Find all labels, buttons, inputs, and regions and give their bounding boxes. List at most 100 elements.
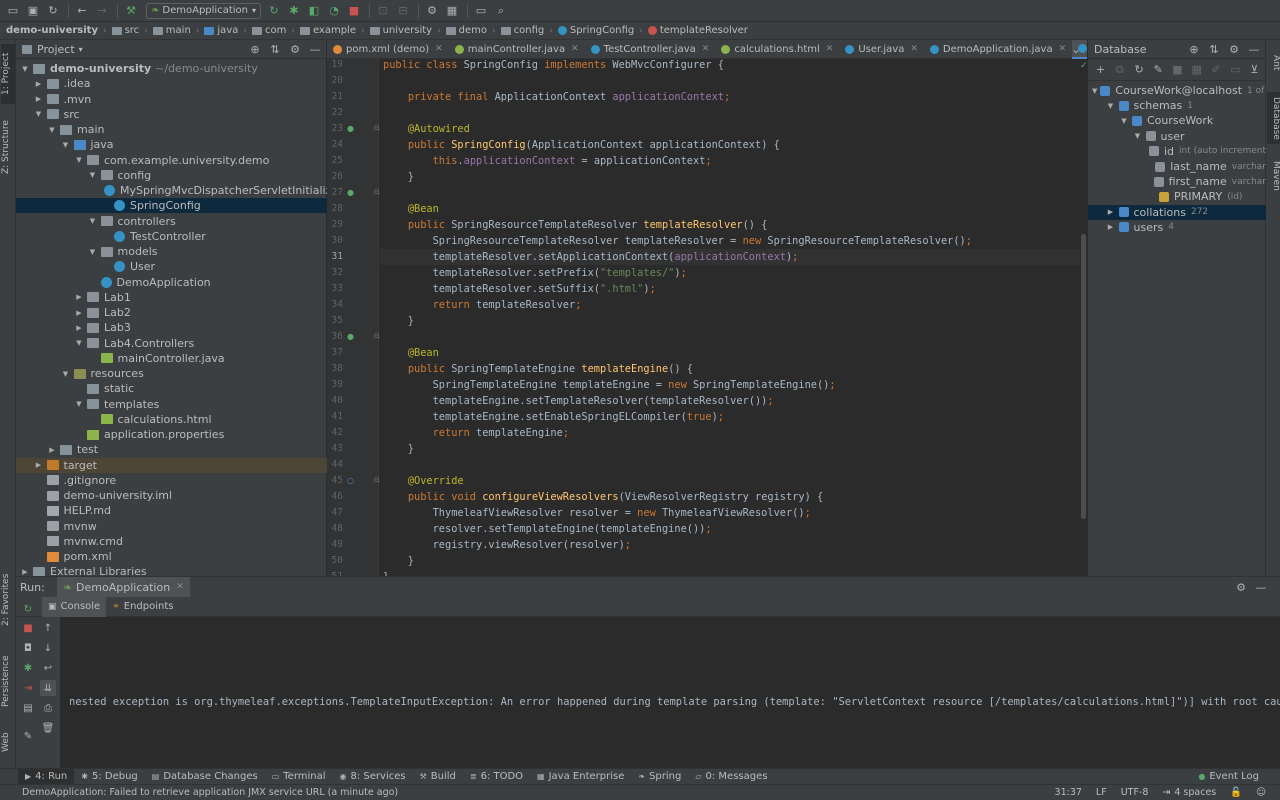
close-icon[interactable]: ✕ (910, 44, 918, 54)
collapse-all-icon[interactable]: ⇅ (1205, 40, 1223, 58)
code-line[interactable] (380, 105, 1080, 121)
favorites-tool-tab[interactable]: 2: Favorites (1, 570, 15, 630)
line-number[interactable]: 22 (327, 107, 343, 118)
line-number[interactable]: 36 (327, 331, 343, 342)
breadcrumb-item[interactable]: example (299, 25, 356, 36)
close-icon[interactable]: ✕ (176, 582, 184, 592)
tool-window-tab[interactable]: ◉ 8: Services (333, 769, 413, 785)
db-tree-item[interactable]: last_name varchar (1088, 159, 1266, 174)
code-line[interactable]: SpringTemplateEngine templateEngine = ne… (380, 377, 1080, 393)
db-tree-item[interactable]: ▼ user (1088, 129, 1266, 144)
persistence-tool-tab[interactable]: Persistence (1, 650, 15, 712)
editor-tab[interactable]: User.java ✕ (839, 40, 924, 59)
line-number[interactable]: 29 (327, 219, 343, 230)
bean-icon[interactable]: ● (347, 188, 354, 197)
db-tree-item[interactable]: ▶ collations 272 (1088, 204, 1266, 220)
code-line[interactable]: templateEngine.setEnableSpringELCompiler… (380, 409, 1080, 425)
tree-item[interactable]: ▶ .idea (16, 76, 327, 91)
chevron-down-icon[interactable]: ▼ (61, 370, 71, 378)
up-arrow-icon[interactable]: ↑ (40, 620, 56, 636)
code-line[interactable]: public SpringResourceTemplateResolver te… (380, 217, 1080, 233)
tree-item[interactable]: ▶ test (16, 442, 327, 457)
code-line[interactable]: @Override (380, 473, 1080, 489)
stop-icon[interactable]: ■ (345, 2, 363, 20)
chevron-down-icon[interactable]: ⌄ (1067, 40, 1085, 58)
tree-item[interactable]: ▼ com.example.university.demo (16, 153, 327, 168)
line-separator[interactable]: LF (1096, 787, 1107, 798)
chevron-down-icon[interactable]: ▼ (88, 171, 98, 179)
project-view-selector[interactable]: Project (37, 43, 75, 56)
code-line[interactable] (380, 185, 1080, 201)
breadcrumb-item[interactable]: SpringConfig (557, 25, 634, 36)
chevron-right-icon[interactable]: ▶ (34, 80, 44, 88)
layout-icon[interactable]: ▤ (20, 700, 36, 716)
code-line[interactable]: @Bean (380, 345, 1080, 361)
tree-item[interactable]: application.properties (16, 427, 327, 442)
line-number[interactable]: 39 (327, 379, 343, 390)
code-line[interactable]: @Autowired (380, 121, 1080, 137)
close-icon[interactable]: ✕ (1059, 44, 1067, 54)
tree-item[interactable]: ▶ External Libraries (16, 564, 327, 576)
ant-tool-tab[interactable]: Ant (1267, 48, 1280, 78)
db-tree-item[interactable]: ▼ schemas 1 (1088, 98, 1266, 113)
code-line[interactable]: public void configureViewResolvers(ViewR… (380, 489, 1080, 505)
line-number[interactable]: 30 (327, 235, 343, 246)
copy-icon[interactable]: ⧉ (1111, 61, 1128, 79)
chevron-down-icon[interactable]: ▼ (20, 65, 30, 73)
line-number[interactable]: 49 (327, 539, 343, 550)
run-configuration-selector[interactable]: ❧ DemoApplication ▾ (146, 2, 261, 19)
console-output[interactable]: nested exception is org.thymeleaf.except… (60, 617, 1280, 768)
chevron-right-icon[interactable]: ▶ (74, 309, 84, 317)
close-icon[interactable]: ✕ (571, 44, 579, 54)
tree-item[interactable]: ▼ src (16, 107, 327, 122)
tree-item[interactable]: HELP.md (16, 503, 327, 518)
tree-item[interactable]: ▼ java (16, 137, 327, 152)
file-encoding[interactable]: UTF-8 (1121, 787, 1149, 798)
tree-item[interactable]: mainController.java (16, 351, 327, 366)
chevron-down-icon[interactable]: ▼ (74, 156, 84, 164)
close-icon[interactable]: ✕ (702, 44, 710, 54)
chevron-right-icon[interactable]: ▶ (1106, 208, 1116, 216)
line-number[interactable]: 48 (327, 523, 343, 534)
tree-item[interactable]: ▼ config (16, 168, 327, 183)
chevron-right-icon[interactable]: ▶ (34, 461, 44, 469)
refresh-icon[interactable]: ↻ (1130, 61, 1147, 79)
db-tree-item[interactable]: ▼ CourseWork@localhost 1 of 7 (1088, 83, 1266, 98)
code-line[interactable]: this.applicationContext = applicationCon… (380, 153, 1080, 169)
chevron-down-icon[interactable]: ▼ (88, 248, 98, 256)
add-icon[interactable]: + (1092, 61, 1109, 79)
code-line[interactable] (380, 73, 1080, 89)
chevron-down-icon[interactable]: ▼ (1119, 117, 1129, 125)
code-line[interactable]: return templateEngine; (380, 425, 1080, 441)
chevron-down-icon[interactable]: ▼ (1133, 132, 1143, 140)
breadcrumb-item[interactable]: config (500, 25, 544, 36)
chevron-down-icon[interactable]: ▼ (1106, 102, 1116, 110)
fold-icon[interactable]: ⊟ (374, 476, 380, 484)
code-line[interactable]: ThymeleafViewResolver resolver = new Thy… (380, 505, 1080, 521)
fold-icon[interactable]: ⊟ (374, 332, 380, 340)
soft-wrap-icon[interactable]: ↩ (40, 660, 56, 676)
tool-window-tab[interactable]: ▤ Database Changes (145, 769, 265, 785)
tree-item[interactable]: ▼ models (16, 244, 327, 259)
tool-window-tab[interactable]: ≣ 6: TODO (463, 769, 530, 785)
code-line[interactable]: public class SpringConfig implements Web… (380, 59, 1080, 73)
db-tree-item[interactable]: first_name varchar (1088, 174, 1266, 189)
chevron-right-icon[interactable]: ▶ (74, 324, 84, 332)
inspector-icon[interactable]: ☺ (1256, 787, 1266, 798)
db-tree-item[interactable]: PRIMARY (id) (1088, 189, 1266, 204)
locate-icon[interactable]: ⊕ (246, 40, 264, 58)
presentation-icon[interactable]: ▭ (472, 2, 490, 20)
code-line[interactable]: } (380, 441, 1080, 457)
tool-window-tab[interactable]: ▱ 0: Messages (688, 769, 774, 785)
tree-item[interactable]: mvnw.cmd (16, 534, 327, 549)
line-number[interactable]: 35 (327, 315, 343, 326)
line-number[interactable]: 50 (327, 555, 343, 566)
db-tree-item[interactable]: ▼ CourseWork (1088, 113, 1266, 128)
code-line[interactable]: resolver.setTemplateEngine(templateEngin… (380, 521, 1080, 537)
status-message[interactable]: DemoApplication: Failed to retrieve appl… (22, 787, 398, 798)
code-line[interactable]: private final ApplicationContext applica… (380, 89, 1080, 105)
db-tree-item[interactable]: id int (auto increment) (1088, 144, 1266, 159)
code-line[interactable]: templateResolver.setPrefix("templates/")… (380, 265, 1080, 281)
tree-item[interactable]: ▼ resources (16, 366, 327, 381)
tree-item[interactable]: DemoApplication (16, 275, 327, 290)
